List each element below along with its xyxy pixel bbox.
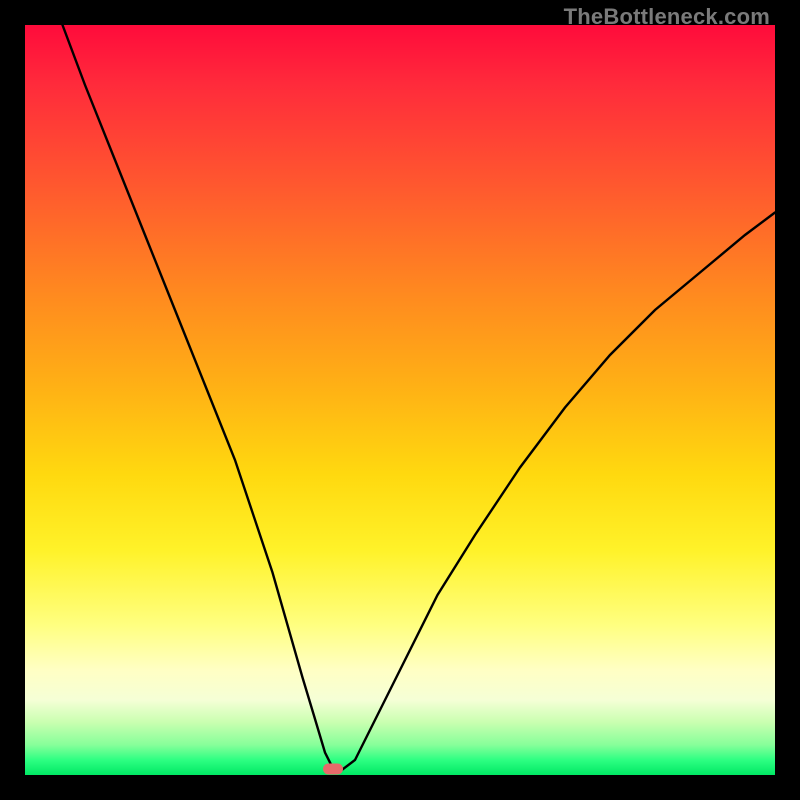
curve-path <box>63 25 776 771</box>
outer-frame: TheBottleneck.com <box>0 0 800 800</box>
bottleneck-curve <box>25 25 775 775</box>
plot-area <box>25 25 775 775</box>
optimum-marker <box>323 764 343 775</box>
